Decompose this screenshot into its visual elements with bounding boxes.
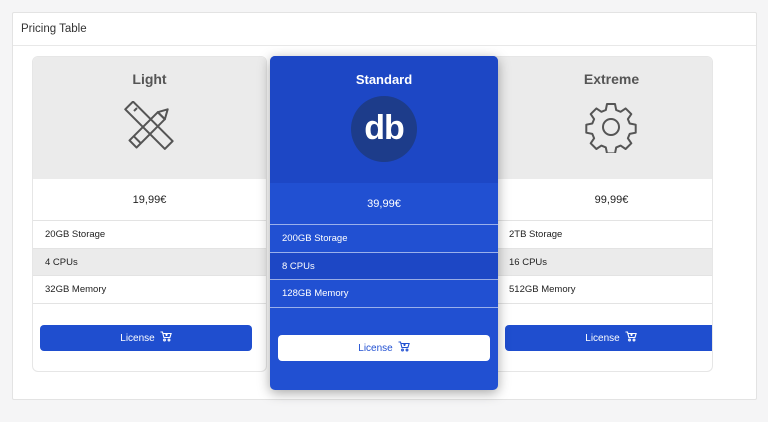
plan-feature-storage: 20GB Storage — [33, 221, 266, 249]
plan-feature-memory: 32GB Memory — [33, 276, 266, 304]
cart-icon — [625, 331, 637, 345]
plan-feature-storage: 200GB Storage — [270, 225, 498, 253]
plan-feature-memory: 512GB Memory — [481, 276, 712, 304]
license-button-label: License — [585, 332, 620, 344]
plan-header-standard: Standard db — [270, 56, 498, 183]
plan-price-light: 19,99€ — [33, 179, 266, 221]
plan-header-extreme: Extreme — [481, 57, 712, 179]
pencil-ruler-icon — [123, 100, 176, 158]
license-button-label: License — [358, 342, 393, 354]
plan-name-light: Light — [132, 71, 167, 87]
plan-feature-cpus: 4 CPUs — [33, 248, 266, 276]
plan-feature-cpus: 8 CPUs — [270, 252, 498, 280]
cart-icon — [160, 331, 172, 345]
plan-name-extreme: Extreme — [583, 71, 640, 87]
db-logo: db — [351, 96, 417, 162]
plan-price-standard: 39,99€ — [270, 183, 498, 225]
plan-header-light: Light — [33, 57, 266, 179]
panel-title: Pricing Table — [13, 13, 756, 46]
plan-feature-storage: 2TB Storage — [481, 221, 712, 249]
license-button-label: License — [120, 332, 155, 344]
cart-icon — [398, 341, 410, 355]
plan-card-light: Light 19,99€ 20GB Storage 4 CPUs 32GB Me… — [32, 56, 267, 372]
license-button-extreme[interactable]: License — [505, 325, 712, 351]
license-button-standard[interactable]: License — [278, 335, 490, 361]
plan-card-extreme: Extreme 99,99€ 2TB Storage 16 CPUs 512GB… — [480, 56, 713, 372]
plan-feature-cpus: 16 CPUs — [481, 248, 712, 276]
plan-feature-memory: 128GB Memory — [270, 280, 498, 308]
license-button-light[interactable]: License — [40, 325, 252, 351]
plan-card-standard: Standard db 39,99€ 200GB Storage 8 CPUs … — [270, 56, 498, 390]
plan-price-extreme: 99,99€ — [481, 179, 712, 221]
plan-name-standard: Standard — [355, 72, 413, 87]
gear-icon — [584, 101, 637, 158]
